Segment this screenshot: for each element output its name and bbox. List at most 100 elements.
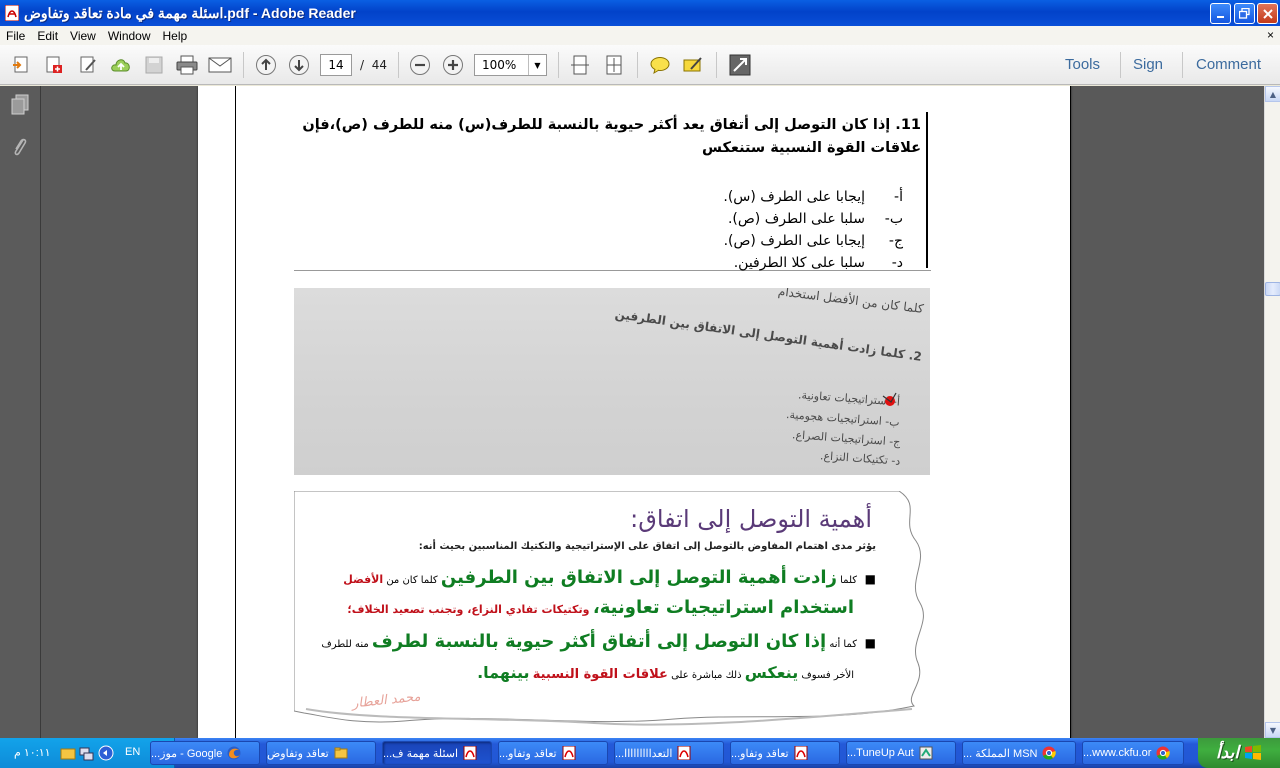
- edit-pdf-icon[interactable]: [75, 53, 101, 77]
- open-file-icon[interactable]: [8, 53, 34, 77]
- fit-page-icon[interactable]: [601, 53, 627, 77]
- clock[interactable]: ١٠:١١ م: [14, 746, 51, 759]
- photo-question-line2: 2. كلما زادت أهمية التوصل إلى الاتفاق بي…: [614, 306, 923, 364]
- folder-icon: [334, 747, 348, 759]
- menu-file[interactable]: File: [0, 29, 31, 43]
- photo-option-c: ج- استراتيجيات الصراع.: [791, 428, 901, 449]
- photo-option-d: د- تكتيكات النزاع.: [819, 449, 901, 468]
- toolbar-separator: [243, 52, 244, 78]
- taskbar-item-5[interactable]: التعدااااااااا...: [614, 741, 724, 765]
- menu-edit[interactable]: Edit: [31, 29, 64, 43]
- slide-bullet-1: ■ كلما زادت أهمية التوصل إلى الاتفاق بين…: [343, 567, 876, 588]
- zoom-select[interactable]: 100% ▼: [474, 54, 547, 76]
- chevron-down-icon[interactable]: ▼: [528, 55, 546, 75]
- full-screen-icon[interactable]: [727, 53, 753, 77]
- menu-view[interactable]: View: [64, 29, 102, 43]
- toolbar-separator: [398, 52, 399, 78]
- pdf-page: 11. إذا كان التوصل إلى أتفاق يعد أكثر حي…: [198, 86, 1071, 738]
- print-icon[interactable]: [174, 53, 200, 77]
- option-d: د- سلبا على كلا الطرفين.: [733, 255, 903, 271]
- adobe-reader-icon: [4, 5, 20, 21]
- create-pdf-icon[interactable]: [41, 53, 67, 77]
- toolbar-separator: [1182, 52, 1183, 78]
- previous-page-icon[interactable]: [253, 53, 279, 77]
- fit-width-icon[interactable]: [567, 53, 593, 77]
- input-language[interactable]: EN: [125, 746, 140, 758]
- slide-image: أهمية التوصل إلى اتفاق: يؤثر مدى اهتمام …: [294, 491, 930, 731]
- taskbar-item-7[interactable]: اسئلة مهمة ف...: [382, 741, 492, 765]
- zoom-out-icon[interactable]: [407, 53, 433, 77]
- network-icon[interactable]: [78, 745, 94, 761]
- document-view[interactable]: 11. إذا كان التوصل إلى أتفاق يعد أكثر حي…: [41, 86, 1264, 738]
- page-right-border: [1070, 86, 1071, 738]
- taskbar-item-8[interactable]: تعاقد وتفاوض: [266, 741, 376, 765]
- option-a: أ- إيجابا على الطرف (س).: [723, 189, 903, 205]
- taskbar-item-6[interactable]: تعاقد وتفاو...: [498, 741, 608, 765]
- option-b: ب- سلبا على الطرف (ص).: [727, 211, 903, 227]
- cloud-upload-icon[interactable]: [108, 53, 134, 77]
- slide-intro: يؤثر مدى اهتمام المفاوض بالتوصل إلى اتفا…: [418, 541, 876, 552]
- slide-heading: أهمية التوصل إلى اتفاق:: [630, 505, 872, 533]
- toolbar: 14 / 44 100% ▼ Tools Sign Comment: [0, 45, 1280, 85]
- next-page-icon[interactable]: [286, 53, 312, 77]
- language-bar-icon[interactable]: [98, 745, 114, 761]
- page-number-input[interactable]: 14: [320, 54, 352, 76]
- question-rule: [926, 112, 928, 268]
- highlight-icon[interactable]: [680, 53, 706, 77]
- comment-bubble-icon[interactable]: [647, 53, 673, 77]
- pdf-icon: [794, 746, 808, 760]
- toolbar-separator: [558, 52, 559, 78]
- restore-button[interactable]: [1234, 3, 1255, 24]
- option-c: ج- إيجابا على الطرف (ص).: [723, 233, 903, 249]
- sign-pane-link[interactable]: Sign: [1133, 56, 1163, 73]
- scroll-down-icon[interactable]: ▼: [1265, 722, 1280, 738]
- pdf-icon: [463, 746, 477, 760]
- tools-pane-link[interactable]: Tools: [1065, 56, 1100, 73]
- close-button[interactable]: [1257, 3, 1278, 24]
- slide-bullet-1-line2: استخدام استراتيجيات تعاونية، وتكتيكات تف…: [347, 597, 854, 618]
- answer-mark-icon: [882, 392, 897, 406]
- attachments-icon[interactable]: [8, 134, 32, 160]
- toolbar-separator: [1120, 52, 1121, 78]
- page-thumbnails-icon[interactable]: [8, 92, 32, 118]
- scanned-question-image: كلما كان من الأفضل استخدام 2. كلما زادت …: [294, 288, 930, 475]
- vertical-scrollbar[interactable]: ▲ ▼: [1264, 86, 1280, 738]
- toolbar-separator: [637, 52, 638, 78]
- scroll-up-icon[interactable]: ▲: [1265, 86, 1280, 102]
- zoom-in-icon[interactable]: [440, 53, 466, 77]
- navigation-panel: [0, 86, 41, 738]
- page-total: / 44: [360, 58, 387, 72]
- question-11: 11. إذا كان التوصل إلى أتفاق يعد أكثر حي…: [294, 104, 931, 271]
- question-11-options: أ- إيجابا على الطرف (س). ب- سلبا على الطرف…: [723, 186, 903, 274]
- toolbar-separator: [716, 52, 717, 78]
- chrome-icon: [1156, 746, 1171, 760]
- page-left-border: [235, 86, 236, 738]
- pdf-icon: [562, 746, 576, 760]
- taskbar-item-3[interactable]: TuneUp Aut...: [846, 741, 956, 765]
- menu-help[interactable]: Help: [157, 29, 194, 43]
- slide-bullet-2: ■ كما أنه إذا كان التوصل إلى أتفاق أكثر …: [321, 631, 876, 652]
- taskbar-item-1[interactable]: www.ckfu.or...: [1082, 741, 1184, 765]
- taskbar-item-4[interactable]: تعاقد وتفاو...: [730, 741, 840, 765]
- window-title: اسئلة مهمة في مادة تعاقد وتفاوض.pdf - Ad…: [24, 4, 356, 21]
- chrome-icon: [1042, 746, 1057, 760]
- slide-bullet-2-line2: الأخر فسوف ينعكس ذلك مباشرة على علاقات ا…: [477, 663, 854, 682]
- minimize-button[interactable]: [1210, 3, 1231, 24]
- comment-pane-link[interactable]: Comment: [1196, 56, 1261, 73]
- pdf-icon: [677, 746, 691, 760]
- scroll-thumb[interactable]: [1265, 282, 1280, 296]
- email-icon[interactable]: [207, 53, 233, 77]
- start-button[interactable]: ابدأ: [1198, 738, 1280, 768]
- close-document-button[interactable]: ×: [1267, 28, 1274, 42]
- save-icon[interactable]: [141, 53, 167, 77]
- title-bar: اسئلة مهمة في مادة تعاقد وتفاوض.pdf - Ad…: [0, 0, 1280, 26]
- menu-window[interactable]: Window: [102, 29, 157, 43]
- taskbar-item-9[interactable]: Google - موز...: [150, 741, 260, 765]
- menu-bar: File Edit View Window Help ×: [0, 26, 1280, 45]
- photo-question-line1: كلما كان من الأفضل استخدام: [777, 288, 925, 316]
- taskbar-item-2[interactable]: MSN المملكة ...: [962, 741, 1076, 765]
- windows-logo-icon: [1245, 745, 1262, 760]
- tray-folder-icon[interactable]: [60, 745, 76, 761]
- system-tray: ١٠:١١ م EN: [0, 738, 175, 768]
- firefox-icon: [227, 746, 241, 760]
